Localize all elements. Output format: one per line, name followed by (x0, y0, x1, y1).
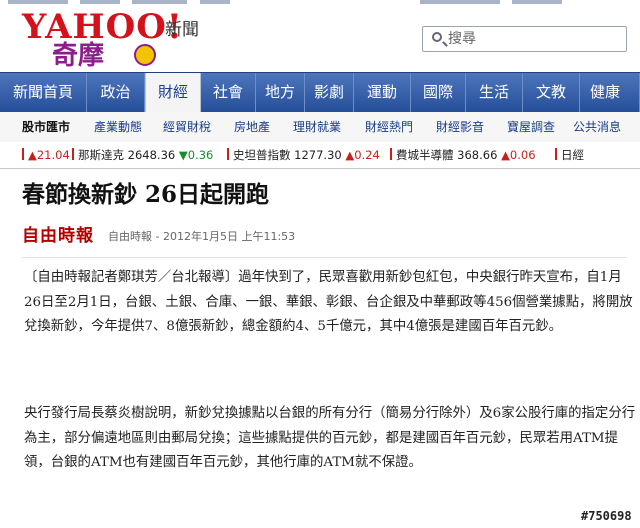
search-input[interactable]: 搜尋 (422, 26, 627, 52)
section-title[interactable]: 新聞 (165, 20, 199, 40)
search-placeholder: 搜尋 (448, 31, 476, 47)
subnav-item-wealth[interactable]: 理財就業 (293, 112, 341, 142)
subnav-item-industry[interactable]: 產業動態 (94, 112, 142, 142)
sub-nav: 股市匯市 產業動態 經貿財稅 房地產 理財就業 財經熱門 財經影音 寶屋調查 公… (0, 112, 640, 143)
subnav-item-survey[interactable]: 寶屋調查 (507, 112, 555, 142)
source-logo[interactable]: 自由時報 (22, 226, 94, 246)
ticker-item[interactable]: 那斯達克 2648.36 ▼0.36 (72, 142, 213, 168)
ticker-divider (72, 148, 74, 160)
subnav-item-stocks[interactable]: 股市匯市 (22, 112, 70, 142)
main-nav: 新聞首頁 政治 財經 社會 地方 影劇 運動 國際 生活 文教 健康 (0, 72, 640, 115)
subnav-item-video[interactable]: 財經影音 (436, 112, 484, 142)
nav-item-society[interactable]: 社會 (201, 73, 256, 113)
subnav-item-real-estate[interactable]: 房地產 (234, 112, 270, 142)
nav-item-sports[interactable]: 運動 (354, 73, 411, 113)
watermark: #750698 (581, 509, 632, 523)
divider (22, 257, 627, 258)
nav-item-entertainment[interactable]: 影劇 (305, 73, 354, 113)
ticker-item[interactable]: 費城半導體 368.66 ▲0.06 (390, 142, 536, 168)
ticker-divider (227, 148, 229, 160)
subnav-item-public[interactable]: 公共消息 (573, 112, 621, 142)
article-paragraph: 〔自由時報記者鄭琪芳／台北報導〕過年快到了，民眾喜歡用新鈔包紅包，中央銀行昨天宣… (24, 270, 633, 335)
header: YAHOO! 奇摩 新聞 搜尋 (0, 6, 640, 72)
search-icon (432, 32, 442, 42)
ticker-item[interactable]: 日經 (555, 142, 584, 168)
subnav-item-hot[interactable]: 財經熱門 (365, 112, 413, 142)
ticker-divider (22, 148, 24, 160)
nav-item-life[interactable]: 生活 (466, 73, 523, 113)
nav-item-education[interactable]: 文教 (523, 73, 580, 113)
nav-item-local[interactable]: 地方 (256, 73, 305, 113)
nav-item-politics[interactable]: 政治 (87, 73, 145, 113)
nav-item-home[interactable]: 新聞首頁 (0, 73, 87, 113)
article-title: 春節換新鈔 26日起開跑 (22, 181, 270, 208)
article-paragraph: 央行發行局長蔡炎樹說明，新鈔兌換據點以台銀的所有分行（簡易分行除外）及6家公股行… (24, 406, 636, 471)
stock-ticker: ▲21.04 那斯達克 2648.36 ▼0.36 史坦普指數 1277.30 … (0, 142, 640, 169)
nav-item-international[interactable]: 國際 (411, 73, 466, 113)
nav-item-health[interactable]: 健康 (580, 73, 640, 113)
ticker-item[interactable]: ▲21.04 (22, 142, 70, 168)
nav-item-finance[interactable]: 財經 (145, 73, 201, 115)
article-byline: 自由時報 - 2012年1月5日 上午11:53 (108, 230, 296, 243)
yahoo-logo-sub: 奇摩 (52, 41, 105, 71)
ticker-divider (555, 148, 557, 160)
ticker-divider (390, 148, 392, 160)
subnav-item-trade-tax[interactable]: 經貿財稅 (163, 112, 211, 142)
ticker-item[interactable]: 史坦普指數 1277.30 ▲0.24 (227, 142, 380, 168)
smile-icon (134, 44, 156, 66)
